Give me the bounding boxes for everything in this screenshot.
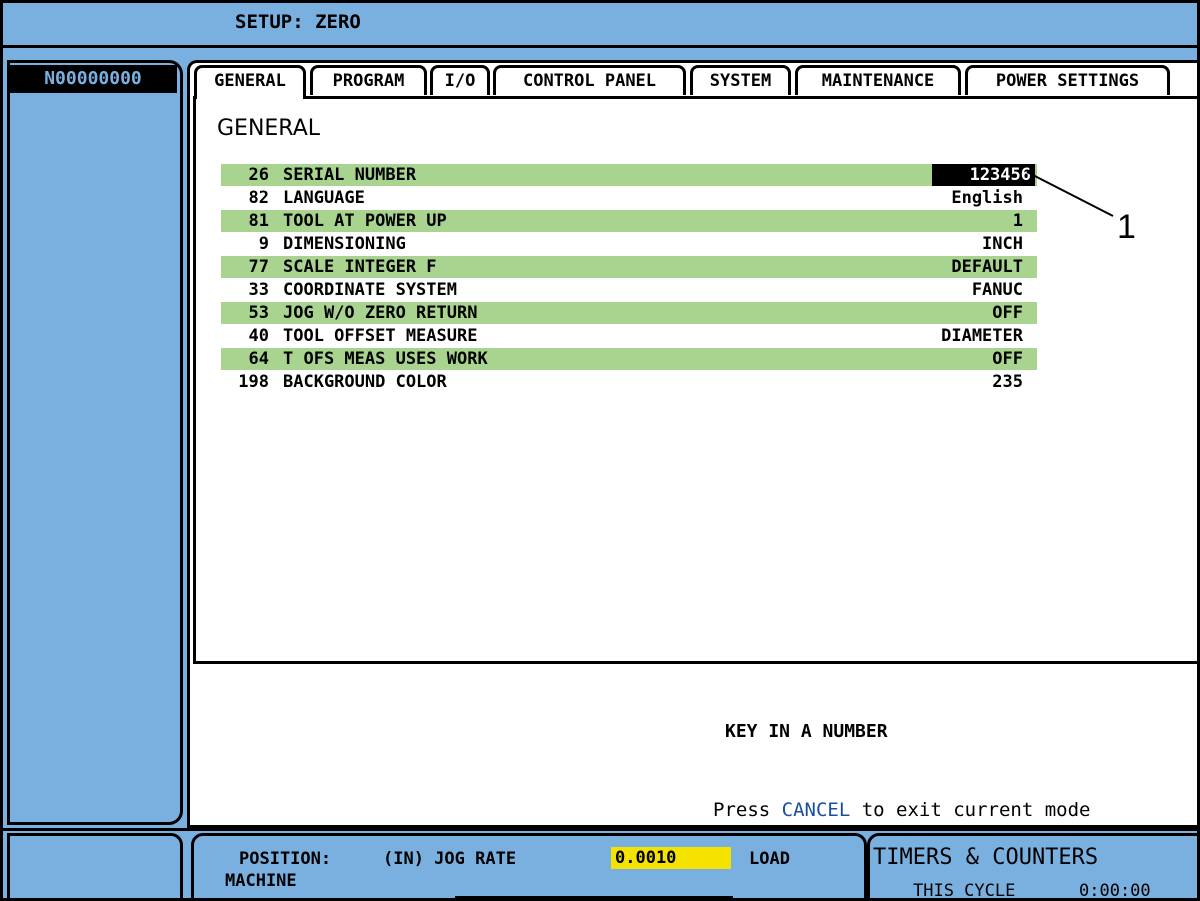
setting-label: JOG W/O ZERO RETURN — [283, 303, 478, 323]
setting-row[interactable]: 53 JOG W/O ZERO RETURN OFF — [221, 302, 1037, 324]
left-side-panel — [7, 60, 183, 825]
setting-label: COORDINATE SYSTEM — [283, 280, 457, 300]
hint-prefix: Press — [713, 799, 782, 821]
setting-value: FANUC — [971, 280, 1023, 300]
callout-leader-line — [1026, 171, 1114, 217]
position-label: POSITION: — [239, 849, 332, 869]
setting-row[interactable]: 33 COORDINATE SYSTEM FANUC — [221, 279, 1037, 301]
setting-label: DIMENSIONING — [283, 234, 406, 254]
tab-general[interactable]: GENERAL — [194, 65, 306, 99]
tab-control-panel[interactable]: CONTROL PANEL — [493, 65, 686, 95]
timers-title: TIMERS & COUNTERS — [873, 845, 1099, 870]
setting-label: BACKGROUND COLOR — [283, 372, 447, 392]
setting-row[interactable]: 198 BACKGROUND COLOR 235 — [221, 371, 1037, 393]
setting-label: LANGUAGE — [283, 188, 365, 208]
program-number-display: N00000000 — [9, 65, 177, 93]
setting-value: 1 — [1012, 211, 1023, 231]
this-cycle-value: 0:00:00 — [1079, 881, 1151, 901]
tab-io[interactable]: I/O — [430, 65, 490, 95]
bottom-divider — [3, 828, 1197, 831]
setting-number: 9 — [258, 234, 269, 254]
setting-label: TOOL AT POWER UP — [283, 211, 447, 231]
setting-number: 26 — [248, 165, 269, 185]
setting-label: TOOL OFFSET MEASURE — [283, 326, 478, 346]
setting-number: 40 — [248, 326, 269, 346]
setting-number: 81 — [248, 211, 269, 231]
jog-rate-value: 0.0010 — [611, 847, 731, 869]
setting-row[interactable]: 77 SCALE INTEGER F DEFAULT — [221, 256, 1037, 278]
setting-label: SERIAL NUMBER — [283, 165, 417, 185]
section-heading: GENERAL — [217, 116, 321, 141]
tab-system[interactable]: SYSTEM — [690, 65, 791, 95]
setting-row[interactable]: 9 DIMENSIONING INCH — [221, 233, 1037, 255]
setting-row[interactable]: 26 SERIAL NUMBER 123456 — [221, 164, 1037, 186]
title-bar: SETUP: ZERO — [3, 3, 1197, 48]
screen-title: SETUP: ZERO — [235, 11, 361, 33]
setting-number: 64 — [248, 349, 269, 369]
setting-value: DEFAULT — [951, 257, 1023, 277]
setting-number: 53 — [248, 303, 269, 323]
setting-value: OFF — [992, 303, 1023, 323]
this-cycle-label: THIS CYCLE — [913, 881, 1016, 901]
setting-number: 198 — [238, 372, 269, 392]
setting-row[interactable]: 81 TOOL AT POWER UP 1 — [221, 210, 1037, 232]
hint-suffix: to exit current mode — [850, 799, 1091, 821]
setting-number: 77 — [248, 257, 269, 277]
setting-label: SCALE INTEGER F — [283, 257, 437, 277]
cancel-key-label: CANCEL — [781, 799, 851, 821]
machine-position-bar — [455, 896, 733, 898]
load-label: LOAD — [749, 849, 790, 869]
tab-maintenance[interactable]: MAINTENANCE — [795, 65, 961, 95]
setting-value: OFF — [992, 349, 1023, 369]
tab-power-settings[interactable]: POWER SETTINGS — [965, 65, 1170, 95]
setting-row[interactable]: 82 LANGUAGE English — [221, 187, 1037, 209]
bottom-left-panel — [7, 833, 183, 898]
input-prompt: KEY IN A NUMBER — [725, 721, 888, 742]
setting-value-selected[interactable]: 123456 — [931, 164, 1035, 186]
control-screen: SETUP: ZERO N00000000 GENERAL PROGRAM I/… — [0, 0, 1200, 901]
setting-value: English — [951, 188, 1023, 208]
setting-number: 82 — [248, 188, 269, 208]
setting-value: DIAMETER — [941, 326, 1023, 346]
cancel-hint: Press CANCEL to exit current mode — [713, 799, 1091, 821]
setting-value: 235 — [992, 372, 1023, 392]
setting-number: 33 — [248, 280, 269, 300]
setting-label: T OFS MEAS USES WORK — [283, 349, 488, 369]
setting-value: INCH — [982, 234, 1023, 254]
tab-program[interactable]: PROGRAM — [310, 65, 427, 95]
jog-rate-label: (IN) JOG RATE — [383, 849, 517, 869]
callout-number: 1 — [1117, 208, 1136, 246]
setting-row[interactable]: 40 TOOL OFFSET MEASURE DIAMETER — [221, 325, 1037, 347]
machine-label: MACHINE — [225, 871, 297, 891]
setting-row[interactable]: 64 T OFS MEAS USES WORK OFF — [221, 348, 1037, 370]
